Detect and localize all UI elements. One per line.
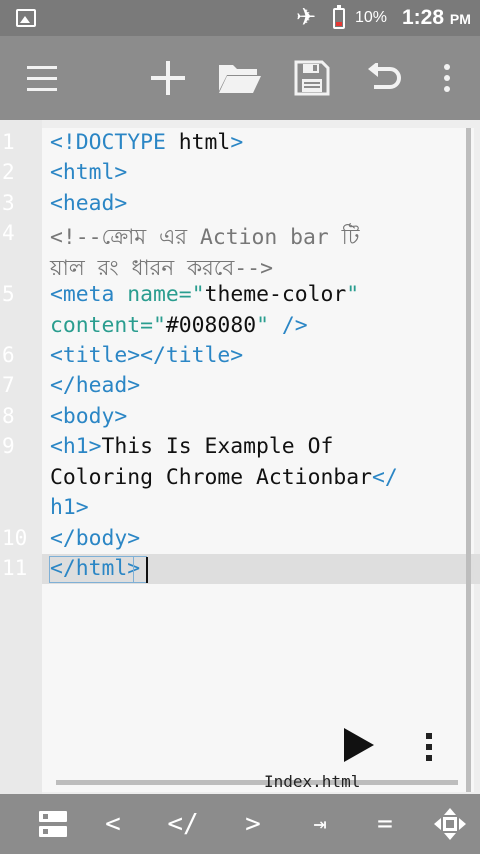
more-vert-icon[interactable] xyxy=(432,36,462,120)
status-bar: ✈ 10% 1:28 PM xyxy=(0,0,480,36)
line-number: 8 xyxy=(2,404,15,428)
code-line-5b: content="#008080" /> xyxy=(50,313,308,338)
add-icon[interactable] xyxy=(148,36,188,120)
code-line-3: <head> xyxy=(50,191,128,216)
line-number: 7 xyxy=(2,373,15,397)
run-more-icon[interactable] xyxy=(426,730,432,763)
line-number: 5 xyxy=(2,282,15,306)
horizontal-scrollbar[interactable] xyxy=(56,780,458,785)
code-line-9b: Coloring Chrome Actionbar</ xyxy=(50,465,398,490)
line-number: 9 xyxy=(2,434,15,458)
gallery-icon xyxy=(16,9,36,27)
save-icon[interactable] xyxy=(290,36,334,120)
line-number: 11 xyxy=(2,556,28,580)
code-line-9c: h1> xyxy=(50,495,89,520)
play-icon[interactable] xyxy=(344,728,374,762)
insert-equals-button[interactable]: = xyxy=(368,794,402,854)
vertical-scrollbar[interactable] xyxy=(466,128,471,792)
airplane-icon: ✈ xyxy=(296,4,317,31)
menu-icon[interactable] xyxy=(22,36,62,120)
battery-low-icon xyxy=(333,5,345,29)
code-line-9a: <h1>This Is Example Of xyxy=(50,434,334,459)
file-name: Index.html xyxy=(264,772,361,791)
code-line-5a: <meta name="theme-color" xyxy=(50,282,360,307)
insert-lt-button[interactable]: < xyxy=(96,794,130,854)
battery-percent: 10% xyxy=(355,9,388,26)
toolbar xyxy=(0,36,480,120)
insert-close-tag-button[interactable]: </ xyxy=(158,794,208,854)
folder-open-icon[interactable] xyxy=(216,36,264,120)
text-caret xyxy=(146,557,148,583)
bottom-symbol-bar: < </ > ⇥ = xyxy=(0,794,480,854)
line-number: 4 xyxy=(2,221,15,245)
code-line-7: </head> xyxy=(50,373,141,398)
line-number: 6 xyxy=(2,343,15,367)
tag-match-divider xyxy=(133,556,134,583)
code-line-8: <body> xyxy=(50,404,128,429)
code-line-1: <!DOCTYPE html> xyxy=(50,130,244,155)
code-line-6: <title></title> xyxy=(50,343,244,368)
code-line-2: <html> xyxy=(50,160,128,185)
insert-gt-button[interactable]: > xyxy=(236,794,270,854)
line-number: 3 xyxy=(2,191,15,215)
line-number: 2 xyxy=(2,160,15,184)
code-line-10: </body> xyxy=(50,526,141,551)
undo-icon[interactable] xyxy=(362,36,406,120)
clock: 1:28 PM xyxy=(402,6,471,30)
insert-tab-button[interactable]: ⇥ xyxy=(302,794,338,854)
list-icon[interactable] xyxy=(36,794,70,854)
line-number-gutter: 1 2 3 4 5 6 7 8 9 10 11 xyxy=(0,120,42,794)
line-number: 1 xyxy=(2,130,15,154)
line-number: 10 xyxy=(2,526,28,550)
move-icon[interactable] xyxy=(430,794,470,854)
clock-time: 1:28 xyxy=(402,6,445,29)
clock-ampm: PM xyxy=(449,11,471,27)
